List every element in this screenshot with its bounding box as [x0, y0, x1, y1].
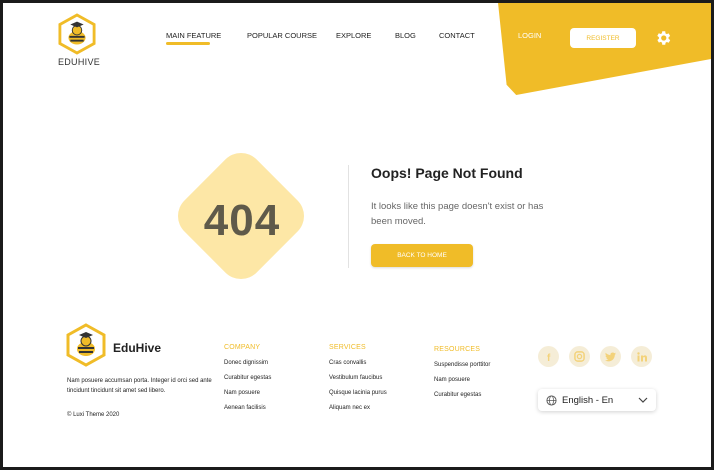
nav-main-feature[interactable]: MAIN FEATURE — [166, 31, 221, 45]
header-accent-shape — [497, 3, 711, 95]
bee-logo-icon — [58, 13, 96, 55]
error-code: 404 — [203, 196, 281, 245]
footer-copyright: © Luxi Theme 2020 — [67, 412, 120, 418]
globe-icon — [546, 394, 557, 406]
vertical-divider — [348, 165, 349, 268]
footer-column-resources: RESOURCES Suspendisse porttitor Nam posu… — [434, 346, 490, 407]
footer-column-services: SERVICES Cras convallis Vestibulum fauci… — [329, 344, 387, 420]
footer-column-company: COMPANY Donec dignissim Curabitur egesta… — [224, 344, 271, 420]
facebook-icon[interactable]: f — [538, 346, 559, 367]
linkedin-icon[interactable] — [631, 346, 652, 367]
page: EDUHIVE MAIN FEATURE POPULAR COURSE EXPL… — [3, 3, 711, 467]
footer-link[interactable]: Donec dignissim — [224, 360, 271, 366]
footer-link[interactable]: Suspendisse porttitor — [434, 362, 490, 368]
nav-popular-course[interactable]: POPULAR COURSE — [247, 31, 317, 40]
footer-description: Nam posuere accumsan porta. Integer id o… — [67, 378, 212, 394]
footer-link[interactable]: Nam posuere — [434, 377, 490, 383]
language-selector[interactable]: English - En — [538, 389, 656, 411]
back-to-home-button[interactable]: BACK TO HOME — [371, 244, 473, 267]
footer-link[interactable]: Cras convallis — [329, 360, 387, 366]
instagram-icon[interactable] — [569, 346, 590, 367]
brand-logo[interactable]: EDUHIVE — [55, 13, 101, 67]
footer-link[interactable]: Aenean facilisis — [224, 405, 271, 411]
footer-link[interactable]: Nam posuere — [224, 390, 271, 396]
footer-column-title: SERVICES — [329, 344, 366, 351]
twitter-icon[interactable] — [600, 346, 621, 367]
footer-link[interactable]: Quisque lacinia purus — [329, 390, 387, 396]
nav-blog[interactable]: BLOG — [395, 31, 416, 40]
brand-name: EDUHIVE — [57, 57, 101, 67]
footer-bee-logo-icon — [66, 323, 106, 367]
error-message: It looks like this page doesn't exist or… — [371, 201, 544, 227]
login-link[interactable]: LOGIN — [518, 31, 541, 40]
svg-text:f: f — [547, 353, 551, 362]
nav-contact[interactable]: CONTACT — [439, 31, 475, 40]
error-title: Oops! Page Not Found — [371, 165, 523, 181]
footer-link[interactable]: Vestibulum faucibus — [329, 375, 387, 381]
footer-column-title: COMPANY — [224, 344, 261, 351]
gear-icon[interactable] — [654, 29, 672, 47]
footer-brand-name: EduHive — [113, 341, 162, 355]
language-label: English - En — [562, 394, 614, 406]
nav-explore[interactable]: EXPLORE — [336, 31, 371, 40]
footer-link[interactable]: Curabitur egestas — [224, 375, 271, 381]
chevron-down-icon — [638, 397, 648, 403]
register-button[interactable]: REGISTER — [570, 28, 636, 48]
footer-column-title: RESOURCES — [434, 346, 481, 353]
footer-link[interactable]: Aliquam nec ex — [329, 405, 387, 411]
footer-link[interactable]: Curabitur egestas — [434, 392, 490, 398]
